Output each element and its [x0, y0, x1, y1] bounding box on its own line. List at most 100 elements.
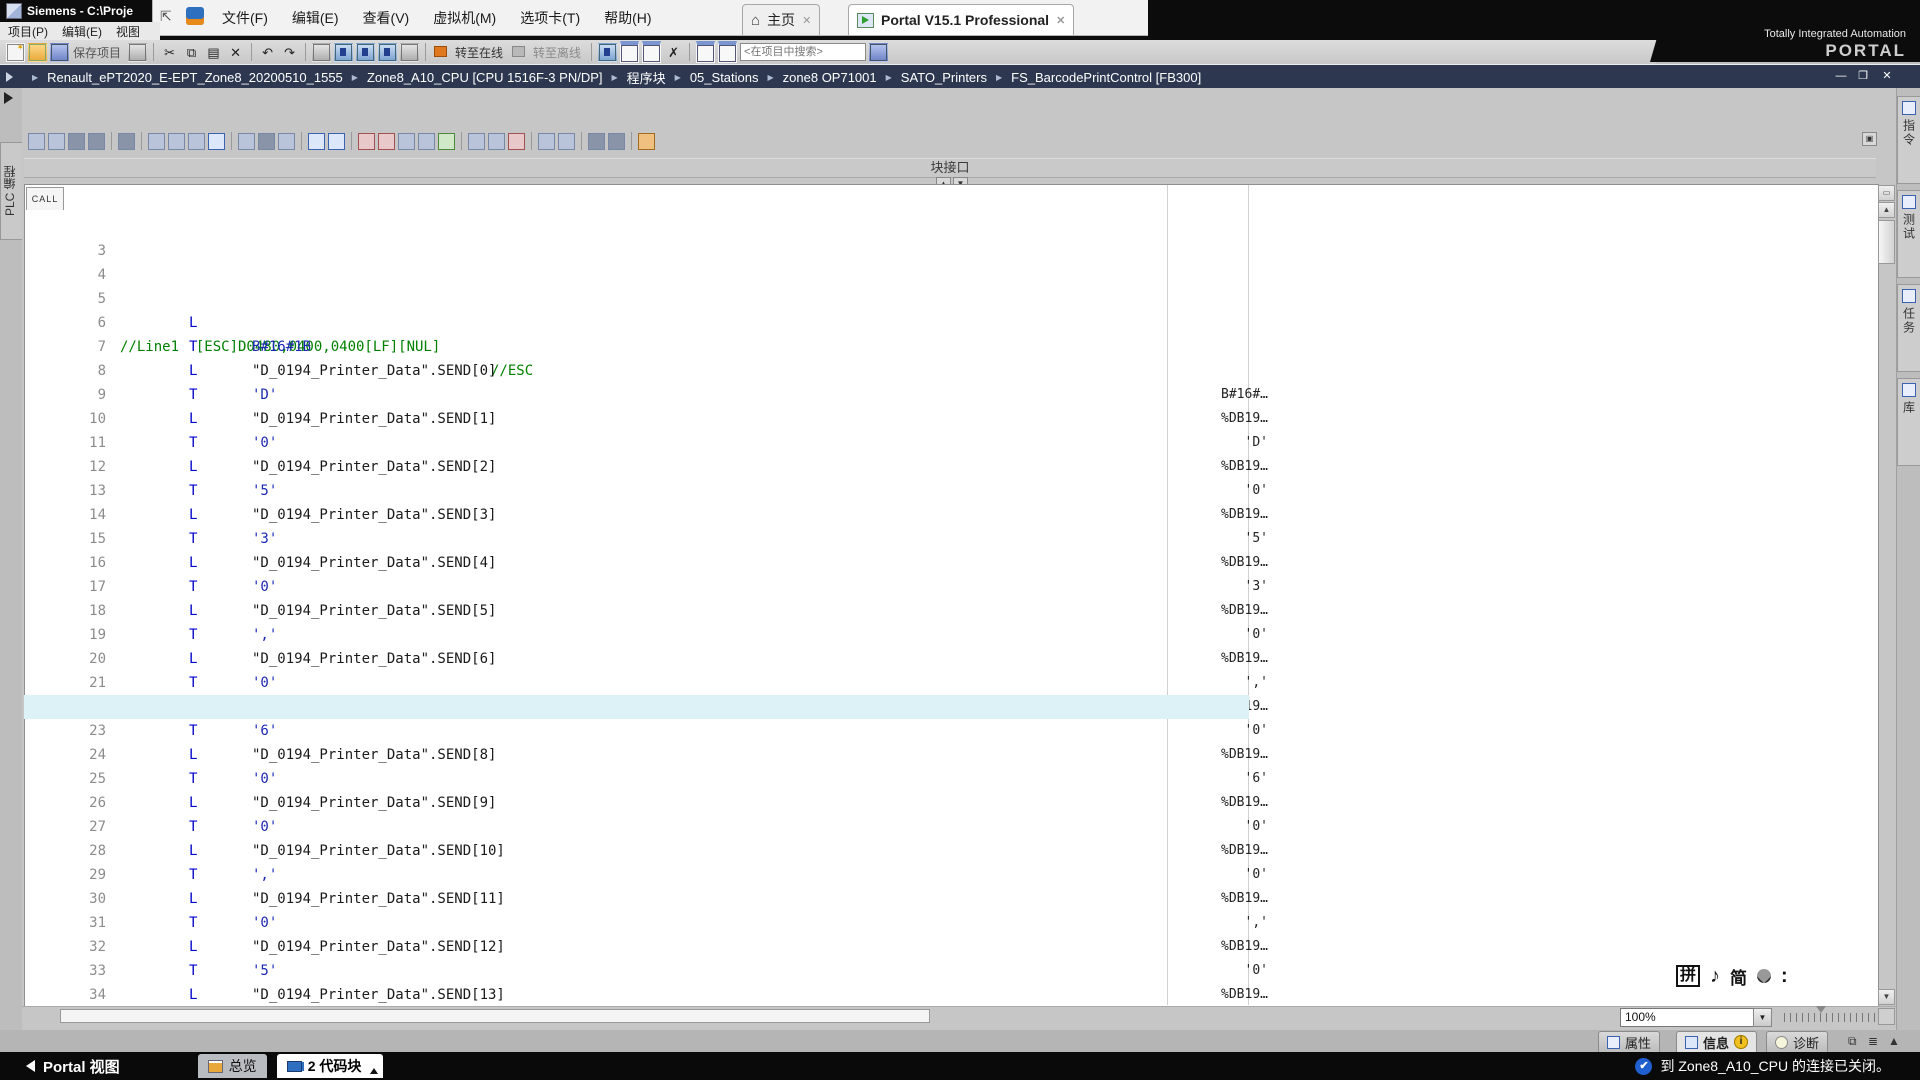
- discard-changes-icon[interactable]: [358, 133, 375, 150]
- tab-code-blocks[interactable]: 2 代码块: [277, 1054, 384, 1078]
- synchronize-icon[interactable]: [418, 133, 435, 150]
- data-block-icon[interactable]: [638, 133, 655, 150]
- zoom-slider[interactable]: [1784, 1013, 1884, 1022]
- vm-menu-item[interactable]: 选项卡(T): [520, 8, 580, 28]
- code-line[interactable]: 28 T "D_0194_Printer_Data".SEND[11] %DB1…: [24, 815, 1254, 839]
- collapse-panel-icon[interactable]: ▲: [1888, 1034, 1900, 1048]
- code-line[interactable]: 7 L 'D' 'D': [24, 311, 1254, 335]
- cross-reference-icon[interactable]: ✗: [664, 43, 683, 62]
- scroll-down-icon[interactable]: ▼: [1878, 989, 1895, 1005]
- breadcrumb-item-label[interactable]: zone8 OP71001: [783, 70, 877, 85]
- dock-panel-icon[interactable]: ≣: [1868, 1034, 1878, 1048]
- tia-menu-item[interactable]: 项目(P): [8, 23, 48, 40]
- online-diagnostics-icon[interactable]: [598, 43, 617, 62]
- vm-tab-home[interactable]: ⌂ 主页 ✕: [742, 4, 820, 35]
- save-project-label[interactable]: 保存项目: [73, 44, 121, 61]
- code-line[interactable]: 8 T "D_0194_Printer_Data".SEND[1] %DB19…: [24, 335, 1254, 359]
- ime-sound-icon[interactable]: ♪: [1710, 965, 1720, 988]
- absolute-symbolic-toggle-icon[interactable]: [308, 133, 325, 150]
- breadcrumb-item-label[interactable]: SATO_Printers: [901, 70, 987, 85]
- print-icon[interactable]: [128, 43, 147, 62]
- breadcrumb-item[interactable]: ▶ zone8 OP71001: [759, 70, 877, 85]
- code-line[interactable]: 12 T "D_0194_Printer_Data".SEND[3] %DB19…: [24, 431, 1254, 455]
- tia-menu-item[interactable]: 编辑(E): [62, 23, 102, 40]
- code-line[interactable]: 13 L '3' '3': [24, 455, 1254, 479]
- favorites-toggle-icon[interactable]: [328, 133, 345, 150]
- network-comments-toggle-icon[interactable]: [208, 133, 225, 150]
- upload-from-device-icon[interactable]: [356, 43, 375, 62]
- code-line[interactable]: 29 L '0' '0': [24, 839, 1254, 863]
- code-line[interactable]: 32 T "D_0194_Printer_Data".SEND[13] %DB1…: [24, 911, 1254, 935]
- ime-more-icon[interactable]: :: [1781, 965, 1788, 988]
- go-online-icon[interactable]: [432, 43, 451, 62]
- outdent-icon[interactable]: [88, 133, 105, 150]
- code-line[interactable]: 23 L '0' '0': [24, 695, 1249, 719]
- code-line[interactable]: 33 L '0' '0': [24, 935, 1254, 959]
- editor-minimize-icon[interactable]: [1832, 69, 1850, 84]
- scroll-up-icon[interactable]: ▲: [1878, 202, 1895, 218]
- vertical-scrollbar-thumb[interactable]: [1878, 220, 1895, 264]
- code-line[interactable]: 16 T "D_0194_Printer_Data".SEND[5] %DB19…: [24, 527, 1254, 551]
- call-tab[interactable]: CALL: [26, 187, 64, 210]
- code-line[interactable]: 18 T "D_0194_Printer_Data".SEND[6] %DB19…: [24, 575, 1254, 599]
- code-line[interactable]: 31 L '5' '5': [24, 887, 1254, 911]
- code-line[interactable]: 5 L B#16#1B //ESC B#16#…: [24, 263, 1254, 287]
- breadcrumb-item[interactable]: ▶ Zone8_A10_CPU [CPU 1516F-3 PN/DP]: [343, 70, 603, 85]
- breadcrumb-item[interactable]: ▶ FS_BarcodePrintControl [FB300]: [987, 70, 1201, 85]
- delete-icon[interactable]: ✕: [226, 43, 245, 62]
- redo-icon[interactable]: ↷: [280, 43, 299, 62]
- go-offline-label[interactable]: 转至离线: [533, 44, 581, 61]
- code-line[interactable]: 20 T "D_0194_Printer_Data".SEND[7] %DB19…: [24, 623, 1254, 647]
- delete-network-icon[interactable]: [48, 133, 65, 150]
- maximize-editor-icon[interactable]: ▣: [1862, 132, 1877, 146]
- breadcrumb-item[interactable]: ▶ 程序块: [603, 68, 666, 87]
- vm-menu-item[interactable]: 查看(V): [363, 8, 410, 28]
- code-line[interactable]: 30 T "D_0194_Printer_Data".SEND[12] %DB1…: [24, 863, 1254, 887]
- open-project-icon[interactable]: [28, 43, 47, 62]
- code-line[interactable]: 17 L ',' ',': [24, 551, 1254, 575]
- tab-info[interactable]: 信息 i: [1676, 1031, 1757, 1052]
- breadcrumb-item-label[interactable]: 程序块: [627, 68, 666, 87]
- breadcrumb-item[interactable]: ▶ 05_Stations: [666, 70, 759, 85]
- jump-back-icon[interactable]: [538, 133, 555, 150]
- code-line[interactable]: 24 T "D_0194_Printer_Data".SEND[9] %DB19…: [24, 719, 1254, 743]
- jump-forward-icon[interactable]: [558, 133, 575, 150]
- undo-icon[interactable]: ↶: [258, 43, 277, 62]
- set-sequence-icon[interactable]: [488, 133, 505, 150]
- float-panel-icon[interactable]: ⧉: [1848, 1034, 1857, 1049]
- vm-tab-portal[interactable]: Portal V15.1 Professional ✕: [848, 4, 1074, 35]
- collapse-networks-icon[interactable]: [188, 133, 205, 150]
- code-line[interactable]: 6 T "D_0194_Printer_Data".SEND[0] %DB19…: [24, 287, 1254, 311]
- tab-menu-caret-icon[interactable]: [370, 1068, 378, 1074]
- copy-icon[interactable]: ⧉: [182, 43, 201, 62]
- code-line[interactable]: 25 L '0' '0': [24, 743, 1254, 767]
- tab-overview[interactable]: 总览: [198, 1054, 267, 1078]
- tab-plc-programming[interactable]: PLC 编程: [0, 142, 23, 240]
- save-project-icon[interactable]: [50, 43, 69, 62]
- breadcrumb-item[interactable]: ▶ Renault_ePT2020_E-EPT_Zone8_20200510_1…: [23, 70, 343, 85]
- tab-diagnostics[interactable]: 诊断: [1766, 1031, 1828, 1052]
- stop-cpu-icon[interactable]: [400, 43, 419, 62]
- monitoring-icon[interactable]: [588, 133, 605, 150]
- code-line[interactable]: 22 T "D_0194_Printer_Data".SEND[8] %DB19…: [24, 671, 1254, 695]
- insert-network-icon[interactable]: [28, 133, 45, 150]
- code-line[interactable]: 21 L '6' '6': [24, 647, 1254, 671]
- goto-network-icon[interactable]: [118, 133, 135, 150]
- code-line[interactable]: 35 L '0' '0': [24, 983, 1254, 1007]
- task-card-tab[interactable]: 任务: [1897, 284, 1920, 372]
- horizontal-scrollbar-thumb[interactable]: [60, 1009, 930, 1023]
- code-line[interactable]: 10 T "D_0194_Printer_Data".SEND[2] %DB19…: [24, 383, 1254, 407]
- pin-toolbar-icon[interactable]: [160, 8, 178, 26]
- code-line[interactable]: 34 T "D_0194_Printer_Data".SEND[14] %DB1…: [24, 959, 1254, 983]
- editor-close-icon[interactable]: [1878, 69, 1896, 84]
- task-card-tab[interactable]: 指令: [1897, 96, 1920, 184]
- ime-pinyin-icon[interactable]: 拼: [1676, 965, 1700, 987]
- code-line[interactable]: 11 L '5' '5': [24, 407, 1254, 431]
- vm-menu-item[interactable]: 编辑(E): [292, 8, 339, 28]
- code-line[interactable]: 14 T "D_0194_Printer_Data".SEND[4] %DB19…: [24, 479, 1254, 503]
- editor-restore-icon[interactable]: [1854, 69, 1872, 84]
- code-line[interactable]: 4 //Line1 [ESC]D0480,0400,0400[LF][NUL]: [24, 239, 1254, 263]
- go-offline-icon[interactable]: [510, 43, 529, 62]
- insert-empty-box-icon[interactable]: [258, 133, 275, 150]
- vm-menu-item[interactable]: 文件(F): [222, 8, 268, 28]
